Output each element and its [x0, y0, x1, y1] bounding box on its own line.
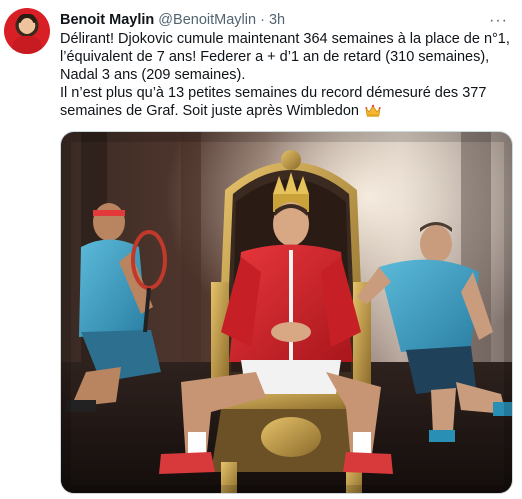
crown-icon: [365, 104, 381, 117]
avatar-shirt: [12, 36, 42, 54]
tweet-paragraph-2-wrap: Il n’est plus qu’à 13 petites semaines d…: [60, 84, 510, 120]
avatar-face: [20, 18, 34, 34]
tweet-image[interactable]: [60, 131, 513, 494]
author-handle[interactable]: @BenoitMaylin: [158, 12, 256, 28]
tweet-text: Délirant! Djokovic cumule maintenant 364…: [60, 30, 510, 120]
tweet-paragraph-1: Délirant! Djokovic cumule maintenant 364…: [60, 31, 510, 83]
tweet-header: Benoit Maylin @BenoitMaylin · 3h: [60, 11, 285, 29]
author-avatar[interactable]: [4, 8, 50, 54]
tweet-paragraph-2: Il n’est plus qu’à 13 petites semaines d…: [60, 85, 487, 119]
tweet-timestamp[interactable]: 3h: [269, 12, 285, 28]
author-name[interactable]: Benoit Maylin: [60, 12, 154, 28]
more-options-icon[interactable]: ···: [489, 12, 508, 30]
tweet-card[interactable]: Benoit Maylin @BenoitMaylin · 3h ··· Dél…: [0, 0, 522, 499]
header-separator: ·: [260, 12, 265, 28]
photo-image: [61, 132, 512, 493]
